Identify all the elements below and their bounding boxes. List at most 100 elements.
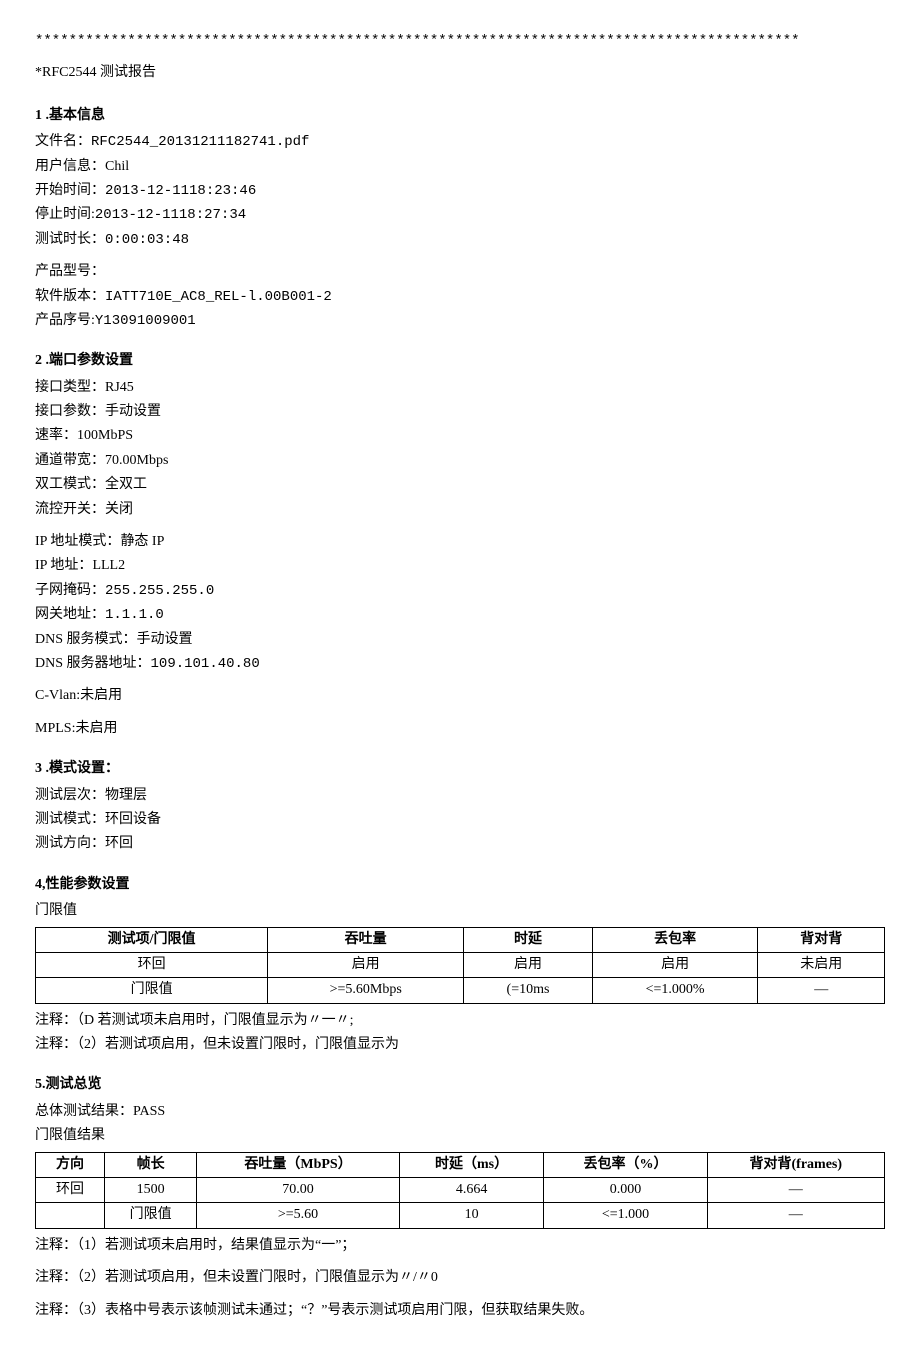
mpls-value: 未启用 (75, 721, 117, 736)
s5-note2: 注释：（2）若测试项启用，但未设置门限时，门限值显示为〃/〃0 (35, 1267, 885, 1289)
table-row: 环回 1500 70.00 4.664 0.000 — (36, 1178, 885, 1203)
section4-header: 4,性能参数设置 (35, 874, 885, 896)
serial-value: Y13091009001 (95, 313, 196, 329)
cell: 启用 (464, 952, 593, 977)
ipmode-value: 静态 IP (120, 534, 164, 549)
cell: 门限值 (104, 1203, 196, 1228)
divider-line: ****************************************… (35, 30, 885, 52)
bw-value: 70.00Mbps (105, 453, 168, 468)
gw-value: 1.1.1.0 (105, 607, 164, 623)
section3-body: 测试层次：物理层 测试模式：环回设备 测试方向：环回 (35, 785, 885, 856)
mask-label: 子网掩码： (35, 583, 105, 598)
section4-sub: 门限值 (35, 900, 885, 922)
section2-body-b: IP 地址模式：静态 IP IP 地址：LLL2 子网掩码：255.255.25… (35, 531, 885, 675)
cell: (=10ms (464, 978, 593, 1003)
cell: 70.00 (197, 1178, 399, 1203)
dir-value: 环回 (105, 836, 133, 851)
th-col: 背对背 (758, 927, 885, 952)
cell: <=1.000% (592, 978, 758, 1003)
cell: 未启用 (758, 952, 885, 977)
start-value: 2013-12-1118:23:46 (105, 183, 256, 199)
cell: 环回 (36, 1178, 105, 1203)
cell: — (707, 1203, 884, 1228)
cell: 启用 (268, 952, 464, 977)
user-value: Chil (105, 159, 129, 174)
mode-value: 环回设备 (105, 812, 161, 827)
s5-note3: 注释：（3）表格中号表示该帧测试未通过；“？”号表示测试项启用门限，但获取结果失… (35, 1300, 885, 1322)
section5-header: 5.测试总览 (35, 1074, 885, 1096)
cell: 环回 (36, 952, 268, 977)
stop-label: 停止时间: (35, 207, 95, 222)
dir-label: 测试方向： (35, 836, 105, 851)
section2-body-a: 接口类型：RJ45 接口参数：手动设置 速率：100MbPS 通道带宽：70.0… (35, 377, 885, 521)
cell: >=5.60 (197, 1203, 399, 1228)
cell: 4.664 (399, 1178, 544, 1203)
duration-label: 测试时长： (35, 232, 105, 247)
th-col: 方向 (36, 1152, 105, 1177)
section5-sub: 门限值结果 (35, 1125, 885, 1147)
section2-body-c: C-Vlan:未启用 (35, 685, 885, 707)
cell: 0.000 (544, 1178, 707, 1203)
bw-label: 通道带宽： (35, 453, 105, 468)
filename-value: RFC2544_20131211182741.pdf (91, 134, 309, 150)
layer-label: 测试层次： (35, 788, 105, 803)
overall-label: 总体测试结果： (35, 1104, 133, 1119)
dnsmode-value: 手动设置 (137, 632, 193, 647)
mpls-label: MPLS: (35, 721, 75, 736)
section2-body-d: MPLS:未启用 (35, 718, 885, 740)
s5-note1: 注释：（1）若测试项未启用时，结果值显示为“一”； (35, 1235, 885, 1257)
duplex-value: 全双工 (105, 477, 147, 492)
stop-value: 2013-12-1118:27:34 (95, 207, 246, 223)
dns-value: 109.101.40.80 (151, 656, 260, 672)
filename-label: 文件名： (35, 134, 91, 149)
th-col: 测试项/门限值 (36, 927, 268, 952)
ipmode-label: IP 地址模式： (35, 534, 120, 549)
ip-value: LLL2 (92, 558, 125, 573)
serial-label: 产品序号: (35, 313, 95, 328)
cell: — (707, 1178, 884, 1203)
s4-note1: 注释：（D 若测试项未启用时，门限值显示为〃一〃; (35, 1010, 885, 1032)
table-row: 门限值 >=5.60 10 <=1.000 — (36, 1203, 885, 1228)
rate-label: 速率： (35, 428, 77, 443)
cvlan-value: 未启用 (80, 688, 122, 703)
th-col: 吞吐量 (268, 927, 464, 952)
cell: 门限值 (36, 978, 268, 1003)
overall-value: PASS (133, 1104, 165, 1119)
ip-label: IP 地址： (35, 558, 92, 573)
layer-value: 物理层 (105, 788, 147, 803)
mode-label: 测试模式： (35, 812, 105, 827)
overall-result: 总体测试结果：PASS (35, 1101, 885, 1123)
iface-param-label: 接口参数： (35, 404, 105, 419)
s4-note2: 注释：（2）若测试项启用，但未设置门限时，门限值显示为 (35, 1034, 885, 1056)
th-col: 时延（ms） (399, 1152, 544, 1177)
th-col: 背对背(frames) (707, 1152, 884, 1177)
iface-param-value: 手动设置 (105, 404, 161, 419)
th-col: 时延 (464, 927, 593, 952)
gw-label: 网关地址： (35, 607, 105, 622)
cell (36, 1203, 105, 1228)
section1b-body: 产品型号： 软件版本：IATT710E_AC8_REL-l.00B001-2 产… (35, 261, 885, 332)
start-label: 开始时间： (35, 183, 105, 198)
cell: <=1.000 (544, 1203, 707, 1228)
section3-header: 3 .模式设置： (35, 758, 885, 780)
th-col: 帧长 (104, 1152, 196, 1177)
flow-label: 流控开关： (35, 502, 105, 517)
threshold-table: 测试项/门限值 吞吐量 时延 丢包率 背对背 环回 启用 启用 启用 未启用 门… (35, 927, 885, 1004)
flow-value: 关闭 (105, 502, 133, 517)
dnsmode-label: DNS 服务模式： (35, 632, 137, 647)
th-col: 丢包率 (592, 927, 758, 952)
report-title: *RFC2544 测试报告 (35, 62, 885, 84)
section1-body: 文件名：RFC2544_20131211182741.pdf 用户信息：Chil… (35, 131, 885, 251)
cell: — (758, 978, 885, 1003)
rate-value: 100MbPS (77, 428, 133, 443)
section1-header: 1 .基本信息 (35, 105, 885, 127)
th-col: 吞吐量（MbPS） (197, 1152, 399, 1177)
iface-type-label: 接口类型： (35, 380, 105, 395)
mask-value: 255.255.255.0 (105, 583, 214, 599)
cell: 启用 (592, 952, 758, 977)
sw-label: 软件版本： (35, 289, 105, 304)
cell: 10 (399, 1203, 544, 1228)
user-label: 用户信息： (35, 159, 105, 174)
model-label: 产品型号： (35, 264, 105, 279)
dns-label: DNS 服务器地址： (35, 656, 151, 671)
